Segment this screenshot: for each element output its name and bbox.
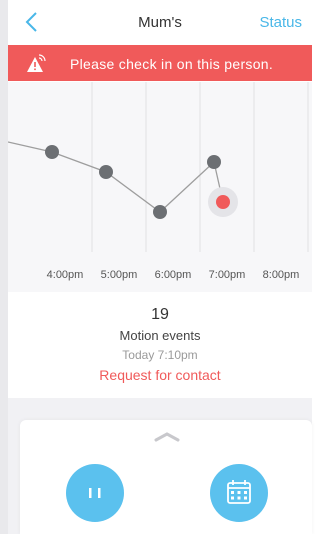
series-line (51, 151, 224, 213)
header: Mum's Status (8, 0, 312, 44)
alert-banner[interactable]: Please check in on this person. (8, 45, 312, 81)
data-point (153, 205, 167, 219)
calendar-button[interactable] (210, 464, 268, 522)
x-tick-label: 5:00pm (101, 269, 138, 281)
motion-stats: 19 Motion events Today 7:10pm Request fo… (8, 306, 312, 383)
action-panel (20, 420, 312, 534)
x-tick-label: 7:00pm (209, 269, 246, 281)
pause-icon (89, 488, 101, 498)
motion-count: 19 (151, 306, 169, 323)
request-contact-link[interactable]: Request for contact (8, 367, 312, 383)
status-link[interactable]: Status (259, 14, 302, 31)
x-tick-label: 8:00pm (263, 269, 300, 281)
data-point (99, 165, 113, 179)
x-tick-label: 6:00pm (155, 269, 192, 281)
chevron-up-icon (154, 432, 180, 442)
data-point-highlight (216, 195, 231, 209)
left-edge (0, 0, 8, 534)
x-tick-label: 4:00pm (47, 269, 84, 281)
data-point (207, 155, 221, 169)
motion-label: Motion events (119, 328, 201, 343)
warning-broadcast-icon (27, 54, 46, 72)
pause-button[interactable] (66, 464, 124, 522)
calendar-icon (227, 480, 251, 504)
bottom-area (8, 398, 312, 534)
data-point (45, 145, 59, 159)
motion-chart: 4:00pm5:00pm6:00pm7:00pm8:00pm9 (8, 82, 312, 292)
expand-handle[interactable] (152, 428, 182, 446)
alert-message: Please check in on this person. (70, 56, 274, 72)
motion-timestamp: Today 7:10pm (122, 348, 198, 362)
motion-chart-svg: 4:00pm5:00pm6:00pm7:00pm8:00pm9 (8, 82, 309, 281)
